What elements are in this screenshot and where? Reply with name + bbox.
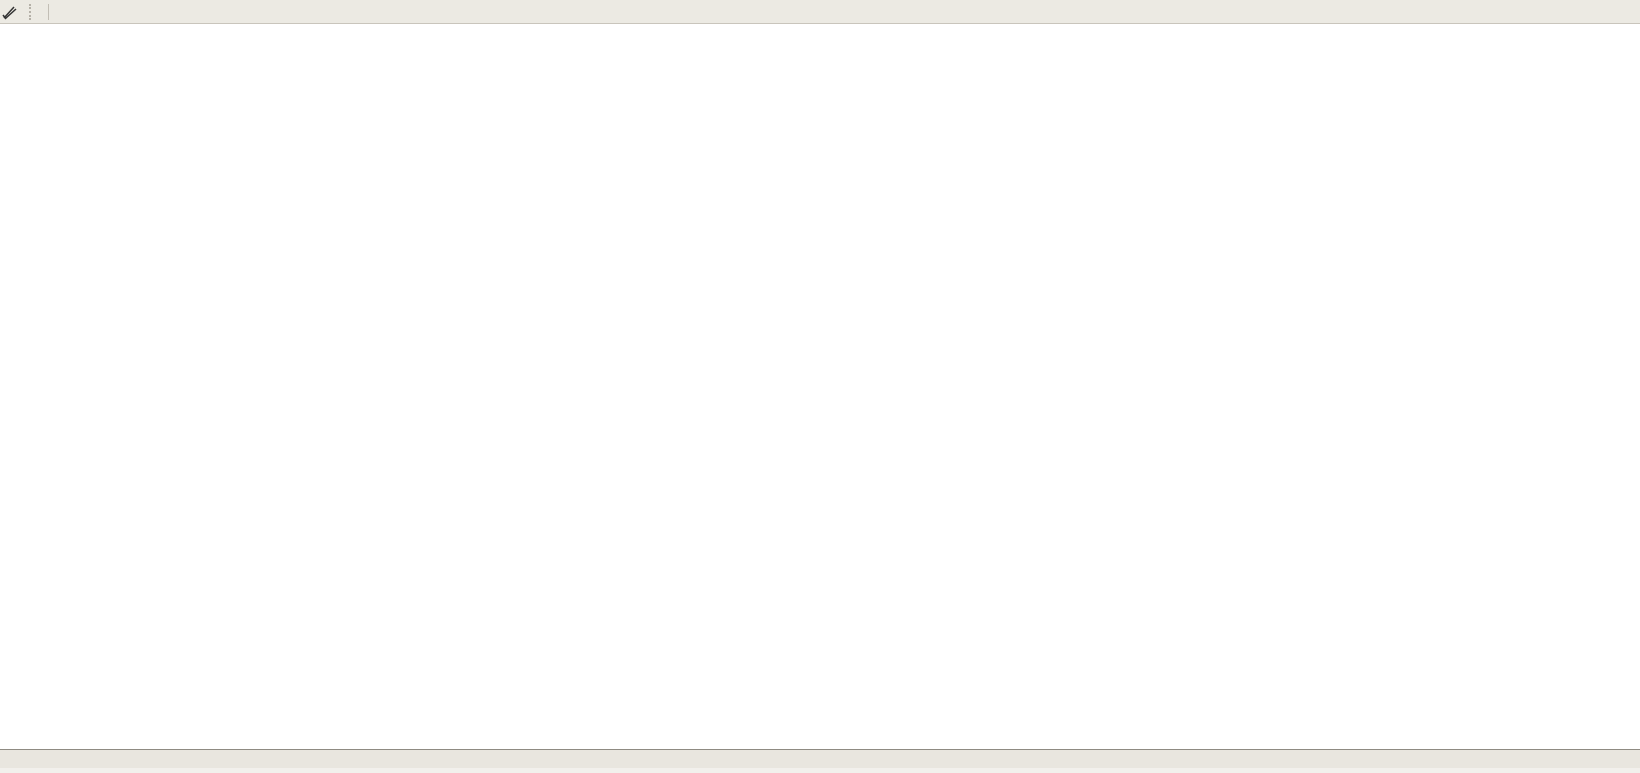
chart-title xyxy=(14,31,22,42)
crosshair-cursor-icon[interactable] xyxy=(1,3,19,21)
chart-tab-bar xyxy=(0,749,1640,769)
chart-canvas[interactable] xyxy=(0,0,1640,773)
toolbar-grip[interactable] xyxy=(29,4,34,20)
mt4-terminal xyxy=(0,0,1640,773)
toolbar-separator xyxy=(48,4,49,20)
timeframe-toolbar xyxy=(0,0,1640,24)
status-strip xyxy=(0,768,1640,773)
